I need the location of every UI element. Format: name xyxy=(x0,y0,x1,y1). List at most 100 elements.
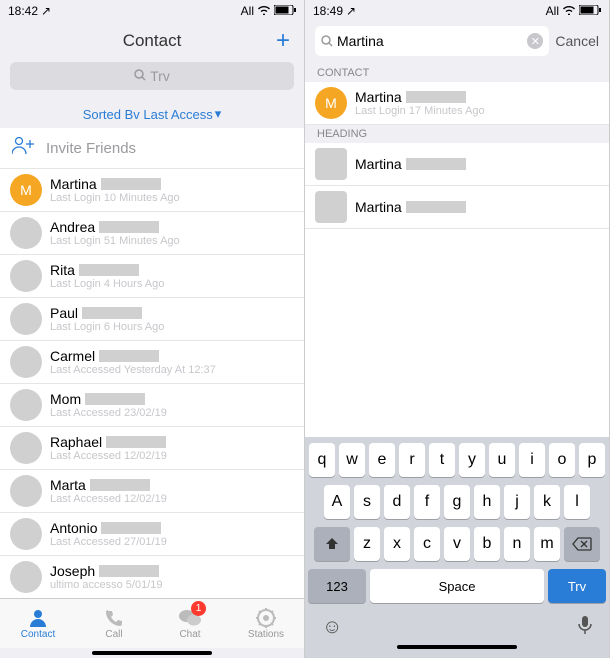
contact-row[interactable]: Marta Last Accessed 12/02/19 xyxy=(0,470,304,513)
location-icon: ↗ xyxy=(346,4,356,18)
key-e[interactable]: e xyxy=(369,443,395,477)
contact-sub: Last Login 10 Minutes Ago xyxy=(50,192,294,204)
cancel-button[interactable]: Cancel xyxy=(555,33,599,49)
contact-name: Carmel xyxy=(50,348,294,364)
key-t[interactable]: t xyxy=(429,443,455,477)
status-bar: 18:42 ↗ All xyxy=(0,0,304,22)
search-icon xyxy=(321,35,333,47)
key-j[interactable]: j xyxy=(504,485,530,519)
contact-row[interactable]: Paul Last Login 6 Hours Ago xyxy=(0,298,304,341)
contact-row[interactable]: Andrea Last Login 51 Minutes Ago xyxy=(0,212,304,255)
wifi-icon xyxy=(562,4,576,18)
contact-name: Martina xyxy=(355,89,599,105)
contact-row[interactable]: Martina xyxy=(305,143,609,186)
key-space[interactable]: Space xyxy=(370,569,544,603)
contact-name: Mom xyxy=(50,391,294,407)
contact-sub: Last Login 17 Minutes Ago xyxy=(355,105,599,117)
key-f[interactable]: f xyxy=(414,485,440,519)
contact-row[interactable]: Rita Last Login 4 Hours Ago xyxy=(0,255,304,298)
search-input[interactable] xyxy=(337,33,523,49)
contact-sub: Last Accessed 27/01/19 xyxy=(50,536,294,548)
contact-name: Paul xyxy=(50,305,294,321)
home-indicator[interactable] xyxy=(397,645,517,649)
tab-call[interactable]: Call xyxy=(76,599,152,648)
invite-friends[interactable]: Invite Friends xyxy=(0,128,304,169)
battery-icon xyxy=(274,4,296,18)
search-field[interactable]: ✕ xyxy=(315,26,549,56)
contact-row[interactable]: Antonio Last Accessed 27/01/19 xyxy=(0,513,304,556)
contact-row[interactable]: Carmel Last Accessed Yesterday At 12:37 xyxy=(0,341,304,384)
invite-label: Invite Friends xyxy=(46,140,136,157)
tab-contact[interactable]: Contact xyxy=(0,599,76,648)
key-n[interactable]: n xyxy=(504,527,530,561)
key-A[interactable]: A xyxy=(324,485,350,519)
key-b[interactable]: b xyxy=(474,527,500,561)
key-z[interactable]: z xyxy=(354,527,380,561)
contact-sub: Last Login 4 Hours Ago xyxy=(50,278,294,290)
section-contact: CONTACT xyxy=(305,64,609,82)
section-heading: HEADING xyxy=(305,125,609,143)
key-q[interactable]: q xyxy=(309,443,335,477)
contact-row[interactable]: Joseph ultimo accesso 5/01/19 xyxy=(0,556,304,598)
screen-right: 18:49 ↗ All ✕ Cancel CONTACT M Martina xyxy=(305,0,610,658)
contact-sub: Last Accessed 12/02/19 xyxy=(50,450,294,462)
key-123[interactable]: 123 xyxy=(308,569,366,603)
key-w[interactable]: w xyxy=(339,443,365,477)
key-shift[interactable] xyxy=(314,527,350,561)
contact-sub: Last Login 6 Hours Ago xyxy=(50,321,294,333)
contact-row[interactable]: M Martina Last Login 10 Minutes Ago xyxy=(0,169,304,212)
keyboard: qwertyuiop Asdfghjkl zxcvbnm 123 Space T… xyxy=(305,437,609,658)
key-l[interactable]: l xyxy=(564,485,590,519)
clear-icon[interactable]: ✕ xyxy=(527,33,543,49)
key-i[interactable]: i xyxy=(519,443,545,477)
page-title: Contact xyxy=(123,31,182,51)
contact-row[interactable]: M Martina Last Login 17 Minutes Ago xyxy=(305,82,609,125)
key-x[interactable]: x xyxy=(384,527,410,561)
key-o[interactable]: o xyxy=(549,443,575,477)
key-action[interactable]: Trv xyxy=(548,569,606,603)
mic-icon[interactable] xyxy=(578,615,592,640)
key-g[interactable]: g xyxy=(444,485,470,519)
key-r[interactable]: r xyxy=(399,443,425,477)
key-p[interactable]: p xyxy=(579,443,605,477)
sort-selector[interactable]: Sorted Bv Last Access ▾ xyxy=(0,98,304,128)
contact-list[interactable]: M Martina Last Login 10 Minutes Ago Andr… xyxy=(0,169,304,598)
key-k[interactable]: k xyxy=(534,485,560,519)
contact-row[interactable]: Raphael Last Accessed 12/02/19 xyxy=(0,427,304,470)
search-bar[interactable]: Trv xyxy=(10,62,294,90)
key-backspace[interactable] xyxy=(564,527,600,561)
key-y[interactable]: y xyxy=(459,443,485,477)
key-u[interactable]: u xyxy=(489,443,515,477)
location-icon: ↗ xyxy=(41,4,51,18)
key-v[interactable]: v xyxy=(444,527,470,561)
phone-icon xyxy=(103,607,125,629)
avatar xyxy=(10,561,42,593)
emoji-icon[interactable]: ☺ xyxy=(322,616,342,639)
tab-stations[interactable]: Stations xyxy=(228,599,304,648)
key-d[interactable]: d xyxy=(384,485,410,519)
avatar xyxy=(10,260,42,292)
contact-name: Joseph xyxy=(50,563,294,579)
key-s[interactable]: s xyxy=(354,485,380,519)
contact-name: Martina xyxy=(355,199,599,215)
avatar xyxy=(10,303,42,335)
contact-row[interactable]: Mom Last Accessed 23/02/19 xyxy=(0,384,304,427)
contact-name: Antonio xyxy=(50,520,294,536)
contact-name: Martina xyxy=(50,176,294,192)
contact-name: Rita xyxy=(50,262,294,278)
contact-sub: Last Accessed Yesterday At 12:37 xyxy=(50,364,294,376)
battery-icon xyxy=(579,4,601,18)
key-m[interactable]: m xyxy=(534,527,560,561)
avatar xyxy=(315,191,347,223)
key-c[interactable]: c xyxy=(414,527,440,561)
key-h[interactable]: h xyxy=(474,485,500,519)
add-button[interactable]: + xyxy=(276,27,290,55)
contact-icon xyxy=(27,607,49,629)
avatar xyxy=(10,518,42,550)
avatar xyxy=(315,148,347,180)
contact-sub: Last Login 51 Minutes Ago xyxy=(50,235,294,247)
tab-chat[interactable]: 1 Chat xyxy=(152,599,228,648)
contact-row[interactable]: Martina xyxy=(305,186,609,229)
contact-name: Raphael xyxy=(50,434,294,450)
home-indicator[interactable] xyxy=(92,651,212,655)
